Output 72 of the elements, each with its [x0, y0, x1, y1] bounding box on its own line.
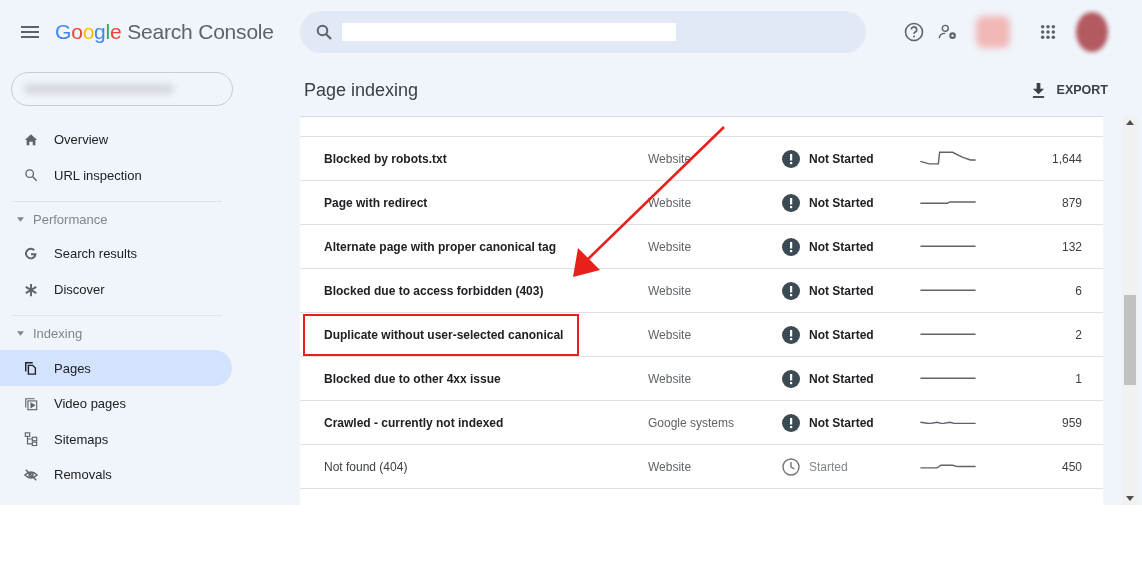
- table-cell-text: Website: [648, 371, 693, 386]
- table-cell-text: 2: [1074, 327, 1082, 342]
- sparkline: [919, 289, 977, 292]
- asterisk-icon: [24, 282, 38, 297]
- export-button[interactable]: EXPORT: [1029, 78, 1110, 102]
- sitemap-icon: [24, 432, 38, 447]
- home-icon: [24, 132, 38, 147]
- search-field[interactable]: [342, 23, 676, 41]
- table-cell[interactable]: Page with redirect: [303, 181, 579, 224]
- table-cell-text: 879: [1060, 195, 1082, 210]
- menu-icon[interactable]: [21, 26, 39, 38]
- search-icon[interactable]: [316, 24, 332, 40]
- nav-item[interactable]: Search results: [0, 236, 232, 272]
- video-pages-icon: [24, 396, 38, 411]
- table-cell-text: 132: [1060, 239, 1082, 254]
- status-text: Started: [809, 459, 848, 474]
- product-logo[interactable]: Google Search Console: [55, 20, 274, 44]
- table-cell[interactable]: Crawled - currently not indexed: [303, 401, 579, 444]
- letter-g-icon: [24, 247, 38, 261]
- table-cell[interactable]: Blocked due to other 4xx issue: [303, 357, 579, 400]
- table-cell-text: 450: [1060, 459, 1082, 474]
- table-cell-text: 1: [1074, 371, 1082, 386]
- blurred-image: [976, 16, 1010, 48]
- eye-off-icon: [24, 467, 38, 482]
- avatar[interactable]: [1076, 12, 1108, 52]
- table-cell-text: Website: [648, 195, 693, 210]
- page-title: Page indexing: [304, 79, 419, 101]
- scroll-up-icon[interactable]: [1126, 120, 1134, 125]
- sparkline: [919, 420, 977, 425]
- sparkline: [919, 463, 977, 470]
- sparkline: [919, 200, 977, 205]
- table-cell-text: Website: [648, 459, 693, 474]
- status-text: Not Started: [809, 327, 874, 342]
- table-cell[interactable]: Duplicate without user-selected canonical: [303, 313, 579, 356]
- table-cell-text: 1,644: [1050, 151, 1082, 166]
- status-text: Not Started: [809, 415, 874, 430]
- download-icon: [1031, 82, 1045, 98]
- sparkline: [919, 333, 977, 336]
- nav-item[interactable]: Sitemaps: [0, 421, 232, 458]
- pages-icon: [24, 361, 38, 376]
- scroll-down-icon[interactable]: [1126, 496, 1134, 501]
- status-text: Not Started: [809, 239, 874, 254]
- nav-item[interactable]: URL inspection: [0, 157, 232, 194]
- user-settings-icon[interactable]: [938, 22, 958, 42]
- nav-item[interactable]: Pages: [0, 350, 232, 386]
- table-cell-text: 959: [1060, 415, 1082, 430]
- scroll-thumb[interactable]: [1124, 295, 1136, 385]
- sparkline: [919, 377, 977, 380]
- status-text: Not Started: [809, 195, 874, 210]
- table-cell[interactable]: Blocked due to access forbidden (403): [303, 269, 579, 312]
- scrollbar[interactable]: [1122, 116, 1138, 505]
- table-cell-text: Google systems: [648, 415, 736, 430]
- status-text: Not Started: [809, 371, 874, 386]
- table-cell[interactable]: Blocked by robots.txt: [303, 137, 579, 180]
- table-cell[interactable]: Alternate page with proper canonical tag: [303, 225, 579, 268]
- help-icon[interactable]: [904, 22, 924, 42]
- nav-item[interactable]: Overview: [0, 122, 232, 158]
- nav-item[interactable]: Removals: [0, 457, 232, 493]
- nav-item[interactable]: Discover: [0, 271, 232, 308]
- nav-item[interactable]: Video pages: [0, 385, 232, 422]
- table-cell-text: Website: [648, 151, 693, 166]
- table-cell-text: Website: [648, 239, 693, 254]
- status-text: Not Started: [809, 283, 874, 298]
- status-text: Not Started: [809, 151, 874, 166]
- table-cell[interactable]: Not found (404): [303, 445, 579, 488]
- sparkline: [919, 245, 977, 248]
- table-cell-text: Website: [648, 327, 693, 342]
- table-cell-text: 6: [1074, 283, 1082, 298]
- sparkline: [919, 151, 977, 166]
- table-cell-text: Website: [648, 283, 693, 298]
- apps-grid-icon[interactable]: [1040, 24, 1056, 40]
- search-icon: [24, 168, 38, 183]
